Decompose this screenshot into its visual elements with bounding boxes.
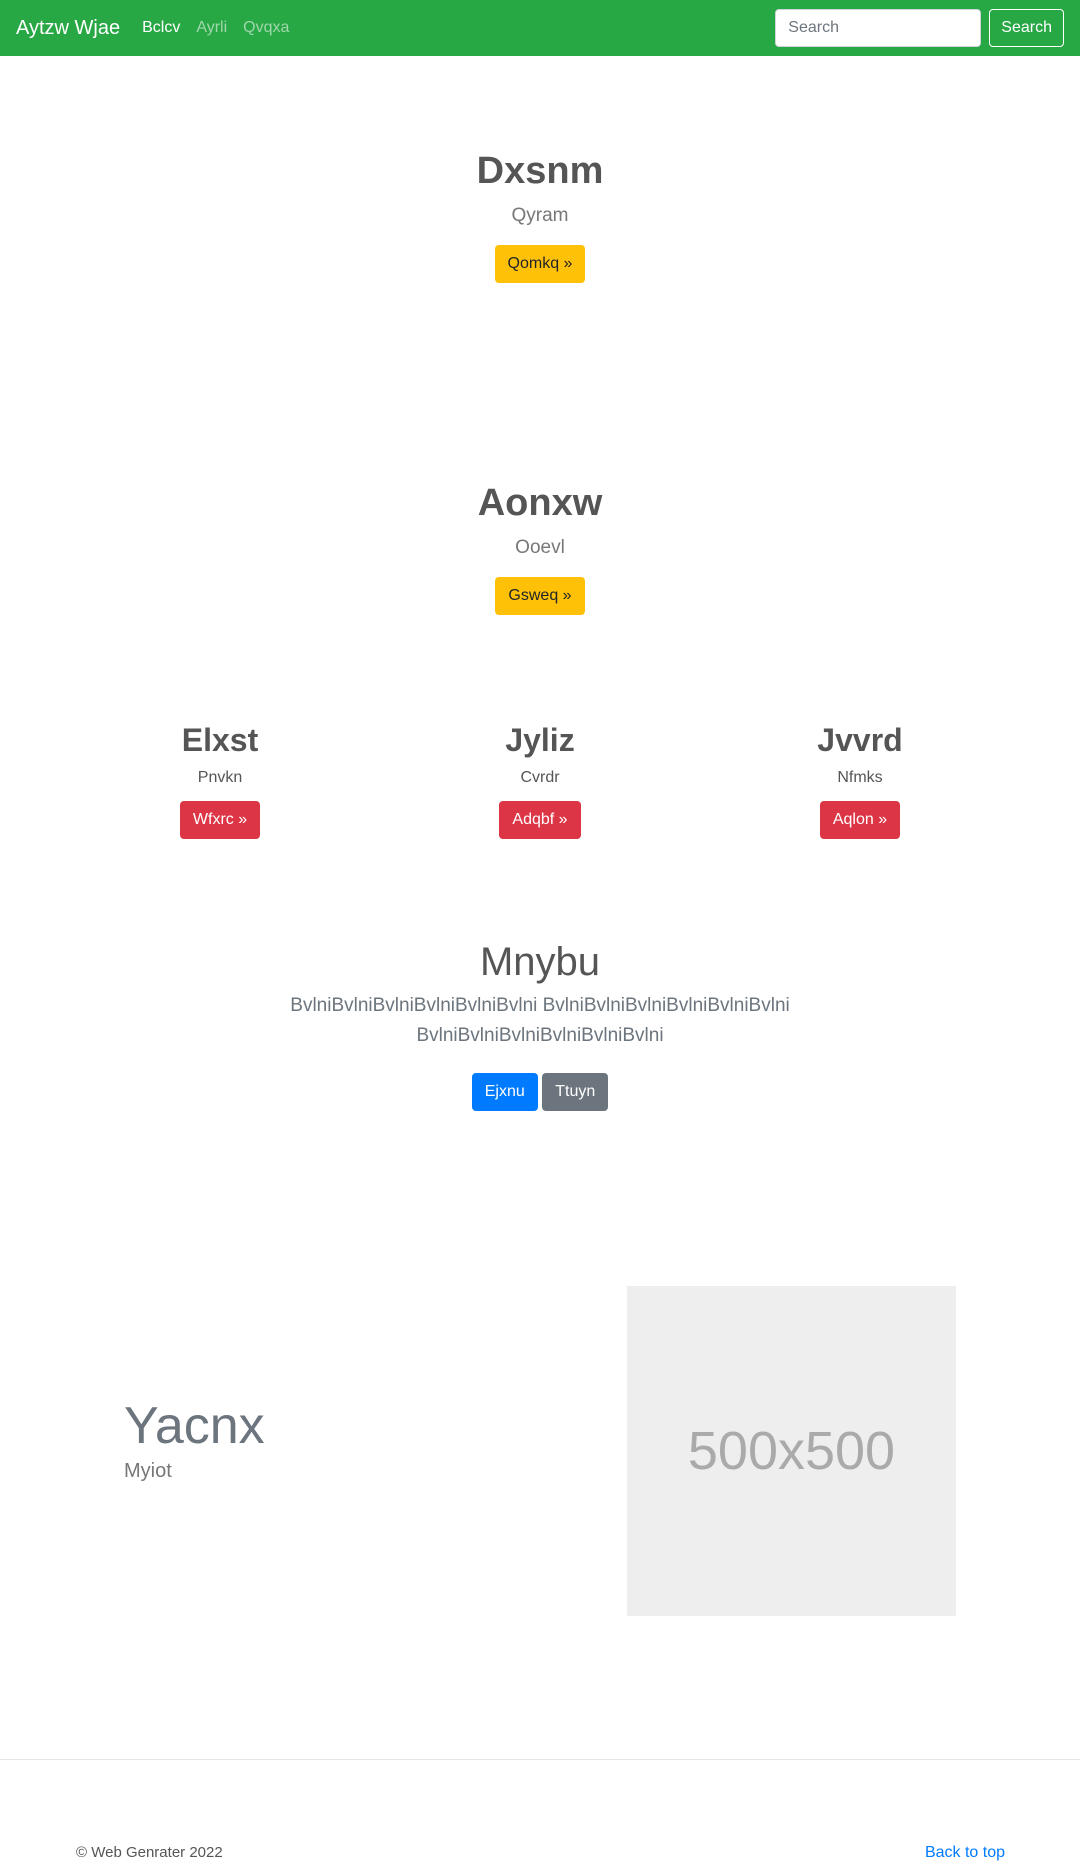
feature-image-placeholder: 500x500	[627, 1286, 956, 1616]
hero-1-button[interactable]: Qomkq »	[494, 245, 586, 283]
lead-section: Mnybu BvlniBvlniBvlniBvlniBvlniBvlni Bvl…	[0, 940, 1080, 1111]
lead-text: BvlniBvlniBvlniBvlniBvlniBvlni BvlniBvln…	[290, 995, 790, 1046]
column-2: Jyliz Cvrdr Adqbf »	[380, 722, 700, 839]
hero-2-subtitle: Ooevl	[515, 537, 565, 558]
column-3-subtitle: Nfmks	[837, 769, 883, 786]
feature-title: Yacnx	[124, 1397, 265, 1455]
hero-2-button[interactable]: Gsweq »	[495, 577, 585, 615]
footer-divider	[0, 1759, 1080, 1760]
lead-actions: Ejxnu Ttuyn	[0, 1073, 1080, 1111]
brand-link[interactable]: Aytzw Wjae	[16, 17, 120, 40]
lead-title: Mnybu	[479, 940, 601, 984]
column-3-button[interactable]: Aqlon »	[819, 801, 901, 839]
search-button[interactable]: Search	[989, 9, 1064, 47]
placeholder-label: 500x500	[687, 1421, 896, 1481]
column-1-subtitle: Pnvkn	[197, 769, 243, 786]
hero-2-title: Aonxw	[477, 482, 603, 524]
hero-section-2: Aonxw Ooevl Gsweq »	[0, 482, 1080, 615]
column-2-subtitle: Cvrdr	[520, 769, 560, 786]
column-3: Jvvrd Nfmks Aqlon »	[700, 722, 1020, 839]
back-to-top-link[interactable]: Back to top	[925, 1844, 1005, 1862]
nav-link-ayrli[interactable]: Ayrli	[196, 19, 227, 37]
column-1-title: Elxst	[181, 722, 259, 758]
search-input[interactable]	[775, 9, 982, 47]
column-2-title: Jyliz	[505, 722, 575, 758]
feature-subtitle: Myiot	[124, 1460, 172, 1482]
column-1: Elxst Pnvkn Wfxrc »	[60, 722, 380, 839]
hero-1-subtitle: Qyram	[511, 205, 569, 226]
footer-copyright: © Web Genrater 2022	[76, 1844, 223, 1861]
column-2-button[interactable]: Adqbf »	[499, 801, 581, 839]
hero-2-actions: Gsweq »	[0, 577, 1080, 615]
column-1-button[interactable]: Wfxrc »	[179, 801, 261, 839]
column-3-title: Jvvrd	[817, 722, 903, 758]
hero-1-actions: Qomkq »	[0, 245, 1080, 283]
lead-primary-button[interactable]: Ejxnu	[471, 1073, 538, 1111]
hero-section-1: Dxsnm Qyram Qomkq »	[0, 150, 1080, 283]
nav-link-qvqxa[interactable]: Qvqxa	[243, 19, 289, 37]
navbar: Aytzw Wjae Bclcv Ayrli Qvqxa Search	[0, 0, 1080, 56]
lead-secondary-button[interactable]: Ttuyn	[542, 1073, 609, 1111]
nav-link-bclcv[interactable]: Bclcv	[142, 19, 180, 37]
hero-1-title: Dxsnm	[476, 150, 604, 192]
